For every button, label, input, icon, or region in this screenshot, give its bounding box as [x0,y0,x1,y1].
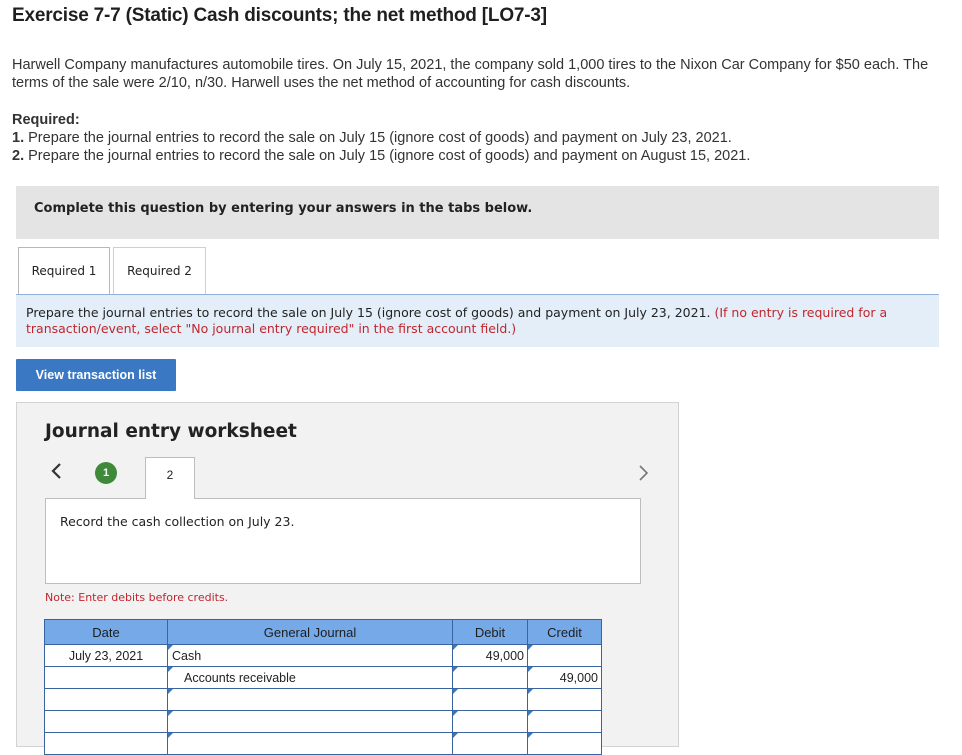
tab-required-1[interactable]: Required 1 [18,247,110,294]
problem-description: Harwell Company manufactures automobile … [12,57,929,91]
chevron-left-icon[interactable] [46,458,66,484]
required-item-2: 2. Prepare the journal entries to record… [12,148,751,164]
account-input[interactable] [167,732,453,755]
worksheet-title: Journal entry worksheet [45,421,297,442]
debit-input[interactable] [452,666,528,689]
debit-input[interactable] [452,688,528,711]
account-input[interactable] [167,688,453,711]
credit-input[interactable]: 49,000 [527,666,602,689]
debit-input[interactable]: 49,000 [452,644,528,667]
record-text: Record the cash collection on July 23. [60,514,295,529]
required-heading: Required: [12,112,80,128]
instruction-text: Prepare the journal entries to record th… [26,305,711,320]
date-header: Date [44,619,168,645]
credit-input[interactable] [527,710,602,733]
date-cell [44,732,168,755]
debit-header: Debit [452,619,528,645]
table-row: Accounts receivable 49,000 [44,666,602,689]
table-row [44,732,602,755]
table-row [44,710,602,733]
banner-text: Complete this question by entering your … [34,201,533,216]
credit-header: Credit [527,619,602,645]
credit-input[interactable] [527,688,602,711]
credit-input[interactable] [527,732,602,755]
general-journal-header: General Journal [167,619,453,645]
required-item-1: 1. Prepare the journal entries to record… [12,130,732,146]
debit-input[interactable] [452,732,528,755]
chevron-right-icon[interactable] [634,460,654,486]
credit-input[interactable] [527,644,602,667]
journal-table: Date General Journal Debit Credit July 2… [44,619,602,755]
view-transaction-list-button[interactable]: View transaction list [16,359,176,391]
step-2-tab[interactable]: 2 [145,457,195,499]
table-row [44,688,602,711]
step-1-indicator[interactable]: 1 [95,462,117,484]
tab-instruction: Prepare the journal entries to record th… [16,294,939,347]
date-cell [44,666,168,689]
date-cell [44,710,168,733]
account-input[interactable]: Accounts receivable [167,666,453,689]
page-title: Exercise 7-7 (Static) Cash discounts; th… [12,5,547,26]
record-instruction-box: Record the cash collection on July 23. [45,498,641,584]
date-cell: July 23, 2021 [44,644,168,667]
debit-credit-note: Note: Enter debits before credits. [45,591,229,604]
journal-header-row: Date General Journal Debit Credit [44,619,602,645]
tab-required-2[interactable]: Required 2 [113,247,206,294]
account-input[interactable]: Cash [167,644,453,667]
required-section: Required: 1. Prepare the journal entries… [12,111,942,165]
instructions-banner: Complete this question by entering your … [16,186,939,239]
debit-input[interactable] [452,710,528,733]
table-row: July 23, 2021 Cash 49,000 [44,644,602,667]
account-input[interactable] [167,710,453,733]
date-cell [44,688,168,711]
